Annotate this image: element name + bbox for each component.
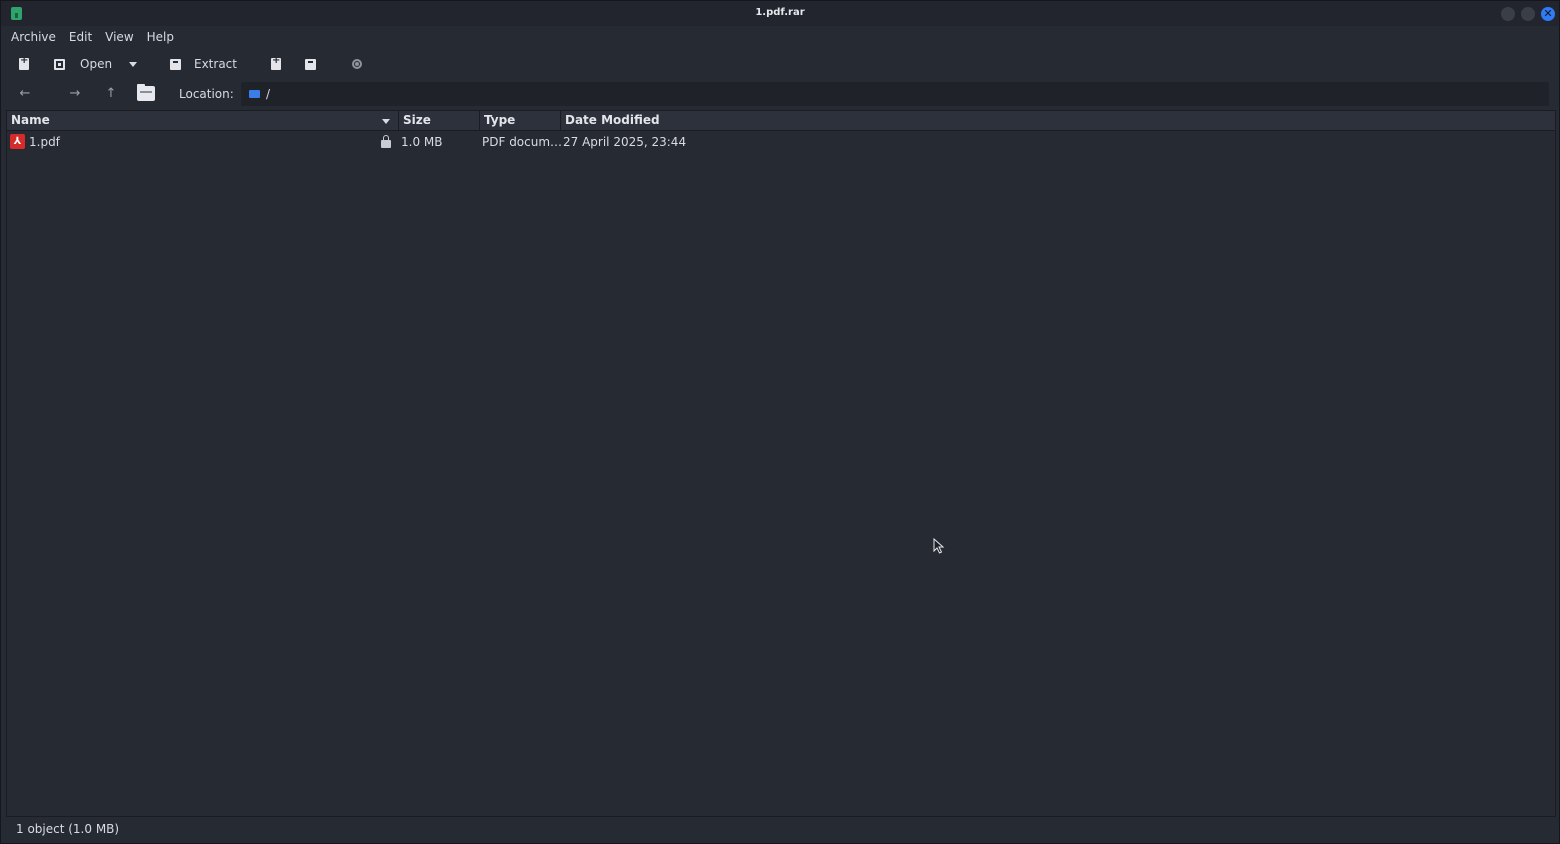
file-list[interactable]: Name Size Type Date Modified ⅄ 1.pdf 1.0… <box>6 110 1556 817</box>
column-date-label: Date Modified <box>565 113 660 127</box>
folder-icon <box>249 90 260 98</box>
open-button[interactable]: Open <box>80 56 112 72</box>
minimize-button[interactable] <box>1501 7 1515 21</box>
extract-label: Extract <box>194 57 237 71</box>
stop-button[interactable] <box>352 56 362 72</box>
column-name-label: Name <box>11 113 50 127</box>
toolbar: Open Extract <box>1 49 1559 79</box>
column-date-modified[interactable]: Date Modified <box>561 111 1555 130</box>
new-archive-icon <box>19 55 29 70</box>
column-size-label: Size <box>403 113 431 127</box>
location-bar: ← → ↑ Location: / <box>1 81 1559 107</box>
table-row[interactable]: ⅄ 1.pdf 1.0 MB PDF docum… 27 April 2025,… <box>7 132 1555 152</box>
forward-button[interactable]: → <box>66 85 84 103</box>
file-list-header: Name Size Type Date Modified <box>7 111 1555 131</box>
up-button[interactable]: ↑ <box>102 85 120 103</box>
sort-down-icon <box>382 119 390 124</box>
file-size: 1.0 MB <box>401 135 443 149</box>
menu-view[interactable]: View <box>105 30 133 44</box>
file-type: PDF docum… <box>482 135 563 149</box>
chevron-down-icon <box>129 61 137 67</box>
column-type[interactable]: Type <box>480 111 561 130</box>
open-archive-icon-button[interactable] <box>54 56 65 72</box>
menu-bar: Archive Edit View Help <box>1 26 1559 48</box>
add-files-button[interactable] <box>271 55 281 72</box>
extract-button[interactable]: Extract <box>170 56 237 72</box>
open-archive-icon <box>54 58 65 70</box>
add-files-icon <box>271 55 281 70</box>
location-label: Location: <box>179 87 234 101</box>
extract-icon <box>170 58 181 70</box>
add-folder-icon <box>305 58 316 70</box>
new-archive-button[interactable] <box>19 55 29 72</box>
column-name[interactable]: Name <box>7 111 399 130</box>
lock-icon <box>381 135 391 148</box>
pdf-icon: ⅄ <box>10 134 25 149</box>
column-size[interactable]: Size <box>399 111 480 130</box>
open-label: Open <box>80 57 113 71</box>
menu-archive[interactable]: Archive <box>11 30 56 44</box>
add-folder-button[interactable] <box>305 56 316 72</box>
column-type-label: Type <box>484 113 516 127</box>
maximize-button[interactable] <box>1521 7 1535 21</box>
mouse-cursor-icon <box>933 538 945 554</box>
menu-edit[interactable]: Edit <box>69 30 92 44</box>
archive-manager-window: 1.pdf.rar ✕ Archive Edit View Help Open … <box>0 0 1560 844</box>
back-button[interactable]: ← <box>16 85 34 103</box>
open-dropdown-button[interactable] <box>129 56 137 72</box>
location-field[interactable]: / <box>241 82 1549 106</box>
location-path: / <box>266 87 271 101</box>
file-name: 1.pdf <box>29 135 60 149</box>
status-bar: 1 object (1.0 MB) <box>16 822 120 836</box>
file-date-modified: 27 April 2025, 23:44 <box>563 135 687 149</box>
menu-help[interactable]: Help <box>147 30 174 44</box>
title-bar[interactable]: 1.pdf.rar ✕ <box>1 1 1559 26</box>
folder-icon[interactable] <box>137 84 155 101</box>
close-button[interactable]: ✕ <box>1541 7 1555 21</box>
window-title: 1.pdf.rar <box>755 7 805 18</box>
stop-icon <box>352 59 362 69</box>
